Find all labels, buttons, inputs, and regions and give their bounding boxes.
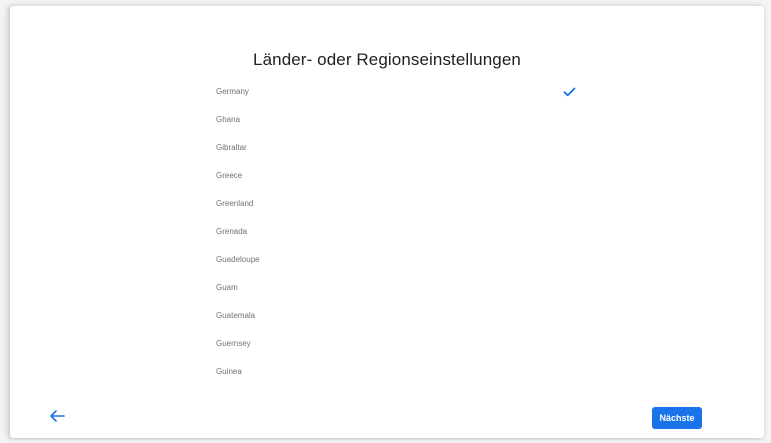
region-label: Guam xyxy=(216,283,238,292)
region-list-item[interactable]: Greenland xyxy=(200,190,590,218)
region-list-item[interactable]: Guatemala xyxy=(200,302,590,330)
checkmark-icon xyxy=(563,87,576,97)
region-list-item[interactable]: Guam xyxy=(200,274,590,302)
region-label: Guatemala xyxy=(216,311,256,320)
region-list-item[interactable]: Guinea xyxy=(200,358,590,386)
region-label: Germany xyxy=(216,87,249,96)
region-label: Grenada xyxy=(216,227,248,236)
region-list-item[interactable]: Guadeloupe xyxy=(200,246,590,274)
region-list: Germany Ghana Gibraltar Greece Greenland… xyxy=(200,78,590,386)
next-button[interactable]: Nächste xyxy=(652,407,702,429)
region-list-item[interactable]: Germany xyxy=(200,78,590,106)
region-label: Guernsey xyxy=(216,339,251,348)
region-list-item[interactable]: Greece xyxy=(200,162,590,190)
region-list-item[interactable]: Ghana xyxy=(200,106,590,134)
region-label: Gibraltar xyxy=(216,143,247,152)
region-label: Guinea xyxy=(216,367,242,376)
arrow-left-icon[interactable] xyxy=(48,409,66,423)
region-label: Guadeloupe xyxy=(216,255,260,264)
region-list-item[interactable]: Guernsey xyxy=(200,330,590,358)
setup-screen: Länder- oder Regionseinstellungen German… xyxy=(0,0,771,443)
region-list-item[interactable]: Gibraltar xyxy=(200,134,590,162)
region-label: Greece xyxy=(216,171,243,180)
region-label: Ghana xyxy=(216,115,241,124)
region-list-item[interactable]: Grenada xyxy=(200,218,590,246)
region-label: Greenland xyxy=(216,199,254,208)
page-title: Länder- oder Regionseinstellungen xyxy=(253,50,521,69)
region-settings-panel: Länder- oder Regionseinstellungen German… xyxy=(10,6,764,438)
